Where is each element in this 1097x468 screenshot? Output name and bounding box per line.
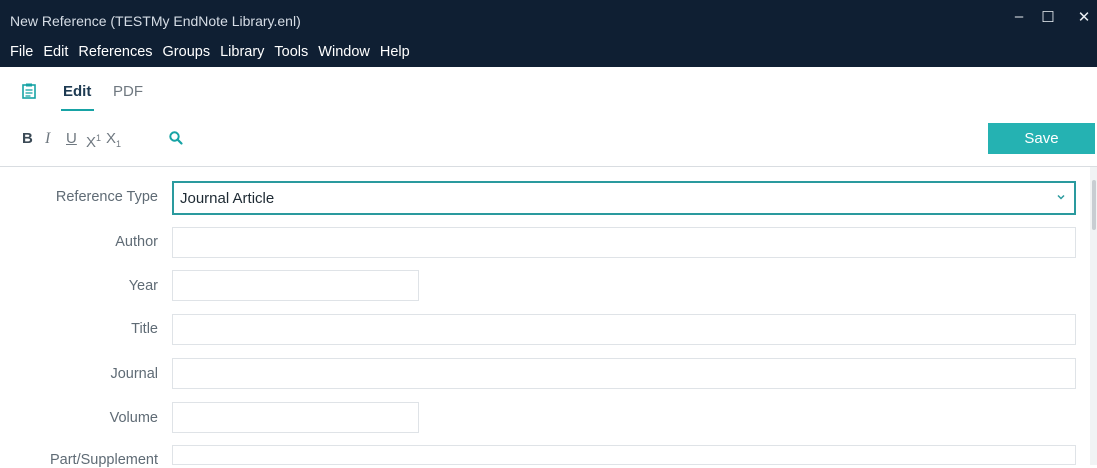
search-icon[interactable] [168, 130, 184, 146]
window-title: New Reference (TESTMy EndNote Library.en… [10, 13, 301, 29]
author-field[interactable] [172, 227, 1076, 258]
menu-help[interactable]: Help [377, 40, 413, 64]
close-button[interactable]: ✕ [1069, 8, 1097, 26]
reference-type-label: Reference Type [55, 189, 158, 205]
superscript-button[interactable]: X1 [86, 130, 101, 151]
save-button[interactable]: Save [988, 123, 1095, 154]
menu-file[interactable]: File [7, 40, 36, 64]
menu-edit[interactable]: Edit [40, 40, 71, 64]
volume-label: Volume [109, 410, 158, 426]
title-field[interactable] [172, 314, 1076, 345]
part-supplement-label: Part/Supplement [49, 452, 158, 468]
subscript-letter: X [106, 130, 117, 147]
menu-references[interactable]: References [75, 40, 155, 64]
menu-groups[interactable]: Groups [160, 40, 214, 64]
reference-type-value: Journal Article [180, 190, 275, 207]
minimize-button[interactable]: – [1004, 8, 1034, 25]
underline-button[interactable]: U [66, 130, 77, 147]
italic-button[interactable]: I [45, 130, 50, 148]
author-label: Author [115, 234, 158, 250]
subscript-button[interactable]: X1 [106, 130, 121, 150]
menu-bar: File Edit References Groups Library Tool… [0, 40, 413, 64]
title-label: Title [131, 321, 158, 337]
reference-document-icon [22, 83, 36, 99]
toolbar-divider [0, 166, 1097, 167]
superscript-mark: 1 [96, 133, 102, 143]
part-supplement-field[interactable] [172, 445, 1076, 465]
menu-window[interactable]: Window [315, 40, 373, 64]
menu-tools[interactable]: Tools [271, 40, 311, 64]
chevron-down-icon [1057, 194, 1065, 200]
reference-type-select[interactable]: Journal Article [172, 181, 1076, 215]
active-tab-indicator [61, 109, 94, 111]
year-field[interactable] [172, 270, 419, 301]
bold-button[interactable]: B [22, 130, 33, 147]
volume-field[interactable] [172, 402, 419, 433]
journal-label: Journal [110, 366, 158, 382]
journal-field[interactable] [172, 358, 1076, 389]
superscript-letter: X [86, 134, 97, 151]
menu-library[interactable]: Library [217, 40, 267, 64]
year-label: Year [128, 278, 158, 294]
subscript-mark: 1 [116, 139, 122, 149]
title-bar: New Reference (TESTMy EndNote Library.en… [0, 0, 1097, 67]
maximize-button[interactable]: ☐ [1033, 8, 1063, 26]
tab-pdf[interactable]: PDF [113, 83, 143, 100]
tab-edit[interactable]: Edit [63, 83, 91, 100]
tab-strip [0, 67, 1097, 117]
scrollbar-thumb[interactable] [1092, 180, 1096, 230]
